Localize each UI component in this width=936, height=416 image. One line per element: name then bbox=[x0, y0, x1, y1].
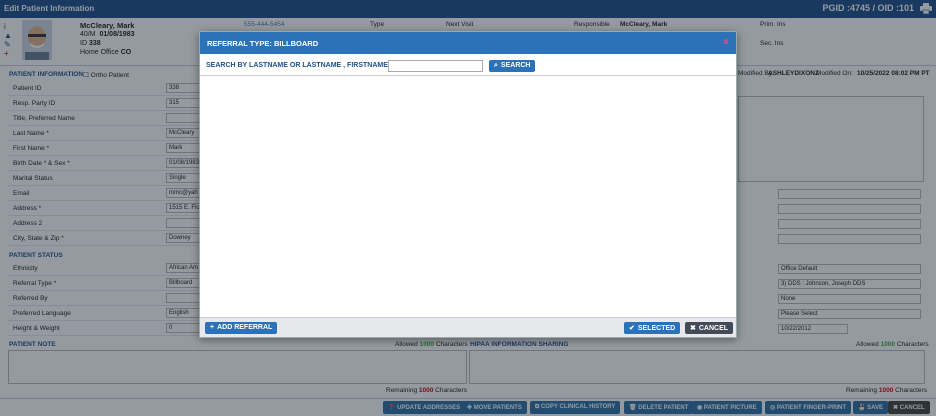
plus-icon: + bbox=[210, 324, 215, 331]
referral-modal: REFERRAL TYPE: BILLBOARD × SEARCH BY LAS… bbox=[199, 31, 737, 338]
modal-search-bar: SEARCH BY LASTNAME OR LASTNAME , FIRSTNA… bbox=[200, 54, 736, 76]
search-input[interactable] bbox=[388, 60, 483, 72]
modal-header: REFERRAL TYPE: BILLBOARD × bbox=[200, 32, 736, 54]
referral-results-list bbox=[200, 77, 736, 317]
modal-title: REFERRAL TYPE: BILLBOARD bbox=[207, 39, 319, 48]
selected-label: SELECTED bbox=[637, 325, 676, 332]
add-referral-label: ADD REFERRAL bbox=[217, 324, 273, 331]
search-button[interactable]: ⌕ SEARCH bbox=[489, 60, 536, 72]
modal-footer: + ADD REFERRAL ✔ SELECTED ✖ CANCEL bbox=[200, 317, 736, 337]
check-icon: ✔ bbox=[629, 325, 635, 332]
search-icon: ⌕ bbox=[494, 62, 498, 69]
close-x-icon: ✖ bbox=[690, 325, 696, 332]
modal-cancel-button[interactable]: ✖ CANCEL bbox=[685, 322, 734, 334]
close-icon[interactable]: × bbox=[723, 37, 729, 48]
selected-button[interactable]: ✔ SELECTED bbox=[624, 322, 681, 334]
add-referral-button[interactable]: + ADD REFERRAL bbox=[205, 322, 278, 334]
modal-cancel-label: CANCEL bbox=[698, 325, 729, 332]
search-label: SEARCH BY LASTNAME OR LASTNAME , FIRSTNA… bbox=[206, 62, 388, 69]
search-button-label: SEARCH bbox=[500, 62, 531, 69]
